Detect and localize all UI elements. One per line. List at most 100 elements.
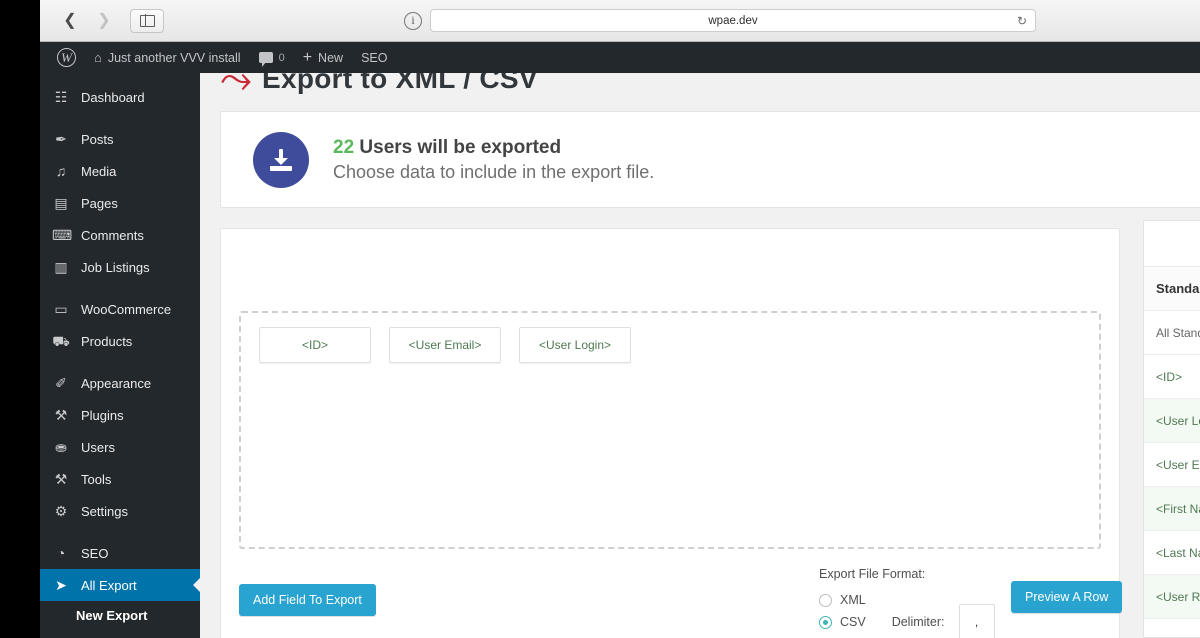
download-export-icon [253,131,309,188]
urlbar-container: i wpae.dev ↻ [174,9,1186,32]
comment-count: 0 [278,51,285,64]
cart-icon: ⛟ [52,333,70,349]
admin-bar-comments[interactable]: 0 [250,42,294,73]
media-icon: ♫ [55,163,67,179]
wrench-icon: ⚒ [54,471,68,487]
sidebar-item-label: Appearance [81,375,152,391]
address-bar[interactable]: wpae.dev ↻ [430,9,1036,32]
field-list-item[interactable]: <First Name> [1144,487,1200,531]
field-list-item[interactable]: <User Email> [1144,443,1200,487]
plus-icon: + [302,48,313,66]
export-count: 22 [333,136,355,158]
sidebar-item-appearance[interactable]: ✐ Appearance [40,367,200,399]
dashboard-icon: ☷ [54,89,68,105]
add-field-button[interactable]: Add Field To Export [239,584,376,616]
sidebar-item-comments[interactable]: ⌨ Comments [40,219,200,251]
field-list-item[interactable]: <ID> [1144,355,1200,399]
sidebar-item-label: Pages [81,195,118,211]
sidebar-item-plugins[interactable]: ⚒ Plugins [40,399,200,431]
sidebar-item-all-export[interactable]: ➤ All Export [40,569,200,601]
export-summary-text: 22 Users will be exported Choose data to… [333,135,654,185]
sidebar-item-label: Comments [81,227,144,243]
sidebar-item-settings[interactable]: ⚙ Settings [40,495,200,527]
sidebar-item-label: Dashboard [81,89,145,105]
sidebar-item-label: Settings [81,503,128,519]
sidebar-item-products[interactable]: ⛟ Products [40,325,200,357]
export-swirl-icon: ⤳ [220,73,252,101]
plug-icon: ⚒ [54,407,68,423]
export-editor-card: <ID> <User Email> <User Login> Add Field T… [220,228,1123,638]
export-summary-card: 22 Users will be exported Choose data to… [220,111,1200,208]
sidebar-item-posts[interactable]: ✒ Posts [40,123,200,155]
back-button[interactable]: ❮ [54,9,86,33]
new-label: New [318,50,344,65]
sidebar-subitem-new-export[interactable]: New Export [40,601,200,629]
sidebar-item-label: All Export [81,577,137,593]
export-format-label: Export File Format: [819,567,926,581]
export-icon: ➤ [55,577,67,593]
csv-label: CSV [840,615,866,629]
pin-icon: ✒ [55,131,67,147]
export-file-format-group: Export File Format: XML CSV Delimiter: [819,567,1009,638]
field-chip[interactable]: <User Login> [519,327,631,363]
field-chip[interactable]: <User Email> [389,327,501,363]
sidebar-item-media[interactable]: ♫ Media [40,155,200,187]
delimiter-label: Delimiter: [891,615,945,629]
reload-icon[interactable]: ↻ [1017,14,1027,28]
site-name-label: Just another VVV install [107,50,241,65]
comment-icon: ⌨ [52,227,73,243]
seo-label: SEO [361,50,388,65]
letterbox-left [0,0,40,638]
sidebar-item-seo[interactable]: ◔ SEO [40,537,200,569]
csv-radio[interactable] [819,615,832,629]
seo-icon: ◔ [56,545,66,561]
woocommerce-icon: ▭ [54,301,68,317]
page-title-row: ⤳ Export to XML / CSV [220,73,538,99]
sidebar-item-dashboard[interactable]: ☷ Dashboard [40,81,200,113]
user-icon: ⛂ [55,439,67,455]
preview-a-row-button[interactable]: Preview A Row [1011,581,1123,613]
wp-page-body: ⤳ Export to XML / CSV 22 Users will be e… [200,73,1200,638]
sidebar-item-tools[interactable]: ⚒ Tools [40,463,200,495]
export-subline: Choose data to include in the export fil… [333,162,655,183]
field-list-item[interactable]: <User Login> [1144,399,1200,443]
sidebar-item-job-listings[interactable]: ▥ Job Listings [40,251,200,283]
sidebar-item-woocommerce[interactable]: ▭ WooCommerce [40,293,200,325]
info-icon[interactable]: i [404,11,422,30]
sidebar-item-label: Posts [81,131,114,147]
field-search-input[interactable] [1144,221,1200,267]
url-text: wpae.dev [708,14,758,27]
field-list-item[interactable]: All Standard [1144,311,1200,355]
field-section-title: Standard [1144,267,1200,311]
sidebar-item-label: WooCommerce [81,301,172,317]
admin-bar-seo[interactable]: SEO [352,42,396,73]
sidebar-item-users[interactable]: ⛂ Users [40,431,200,463]
sidebar-item-label: Job Listings [81,259,150,275]
field-chip[interactable]: <ID> [259,327,371,363]
selected-field-chips: <ID> <User Email> <User Login> [241,313,1099,377]
admin-bar-new[interactable]: + New [294,42,352,73]
delimiter-input[interactable] [958,604,995,638]
wp-admin-bar: W ⌂ Just another VVV install 0 + New SEO [40,42,1200,73]
field-list-item[interactable]: <Last Name> [1144,531,1200,575]
briefcase-icon: ▥ [54,259,68,275]
screenshot-root: ❮ ❯ i wpae.dev ↻ W ⌂ Just another VVV in… [0,0,1200,638]
browser-nav-group: ❮ ❯ [54,9,120,33]
sidebar-item-label: Users [81,439,115,455]
sidebar-item-label: Plugins [81,407,124,423]
admin-bar-wp-logo[interactable]: W [48,42,85,73]
sidebar-toggle-icon [139,14,155,27]
sidebar-item-label: Tools [81,471,112,487]
sidebar-item-pages[interactable]: ▤ Pages [40,187,200,219]
available-fields-panel: Standard All Standard<ID><User Login><Us… [1143,220,1200,638]
forward-button[interactable]: ❯ [88,9,120,33]
admin-bar-site-name[interactable]: ⌂ Just another VVV install [85,42,250,73]
sidebar-item-label: SEO [81,545,109,561]
field-list-item[interactable]: <User Role> [1144,575,1200,619]
home-icon: ⌂ [94,50,102,65]
sidebar-item-label: Media [81,163,117,179]
sidebar-toggle-button[interactable] [130,8,164,33]
xml-radio[interactable] [819,593,832,607]
field-dropzone[interactable]: <ID> <User Email> <User Login> [239,311,1101,549]
download-arrow-glyph [270,148,292,171]
